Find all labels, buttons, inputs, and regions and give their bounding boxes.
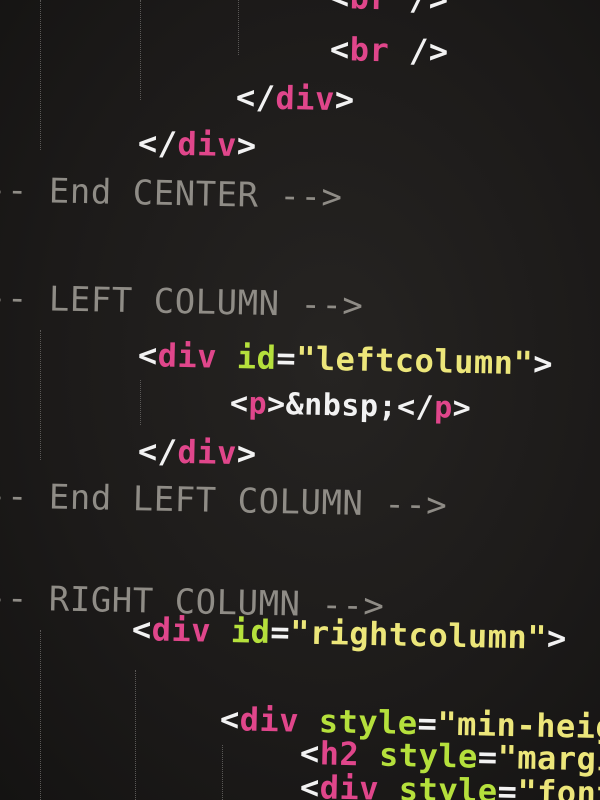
code-token: style: [398, 770, 499, 800]
code-token: </: [137, 432, 178, 471]
code-token: "rightcolumn": [289, 613, 548, 657]
code-token: -- LEFT COLUMN -->: [0, 278, 364, 326]
code-token: "font-: [516, 772, 600, 800]
code-token: >: [532, 344, 554, 383]
code-line-nbsp-paragraph[interactable]: <p>&nbsp;</p>: [230, 386, 472, 426]
code-line-div-close[interactable]: </div>: [138, 124, 257, 164]
code-token: >: [546, 618, 568, 658]
indent-guide: [40, 330, 41, 460]
code-token: br: [349, 0, 389, 17]
code-line-br[interactable]: <br />: [330, 30, 449, 70]
code-token: p: [433, 390, 454, 426]
indent-guide: [222, 745, 223, 800]
code-token: <: [299, 734, 321, 773]
code-token: </: [235, 78, 276, 117]
code-token: =: [477, 737, 499, 777]
code-token: id: [230, 612, 271, 651]
code-token: br: [349, 30, 390, 70]
code-token: div: [177, 432, 238, 473]
code-token: <: [229, 386, 249, 422]
code-token: <: [330, 0, 351, 16]
indent-guide: [140, 380, 141, 425]
code-token: >: [452, 390, 472, 427]
code-token: />: [389, 0, 449, 18]
code-token: >: [236, 434, 257, 473]
code-token: div: [151, 610, 212, 650]
code-line-div-style-font[interactable]: <div style="font-: [300, 768, 600, 800]
code-token: p: [248, 386, 268, 422]
indent-guide: [140, 0, 141, 100]
code-token: >: [236, 126, 257, 165]
code-token: >&nbsp;</: [266, 386, 435, 426]
code-token: =: [269, 612, 291, 652]
code-token: -- End LEFT COLUMN -->: [0, 476, 448, 526]
code-token: <: [219, 700, 241, 739]
code-token: >: [334, 80, 355, 119]
code-token: =: [275, 338, 297, 378]
code-token: h2: [319, 734, 360, 774]
code-token: div: [177, 124, 238, 165]
code-token: <: [329, 30, 351, 69]
code-token: div: [239, 700, 300, 740]
code-line-div-close[interactable]: </div>: [138, 432, 257, 472]
code-token: <: [299, 768, 321, 800]
code-token: />: [388, 31, 449, 71]
code-token: "leftcolumn": [295, 339, 534, 383]
code-line-comment-end-left-column[interactable]: -- End LEFT COLUMN -->: [0, 476, 448, 526]
code-line-div-close[interactable]: </div>: [236, 78, 355, 118]
indent-guide: [40, 630, 41, 800]
code-token: =: [497, 772, 518, 800]
code-line-comment-end-center[interactable]: -- End CENTER -->: [0, 170, 343, 217]
indent-guide: [135, 670, 136, 800]
code-token: </: [137, 124, 178, 163]
indent-guide: [238, 0, 239, 55]
code-token: div: [157, 336, 218, 376]
code-editor[interactable]: <br /> <br /> </div> </div> -- End CENTE…: [0, 0, 600, 800]
code-token: id: [236, 338, 277, 377]
code-line-leftcolumn-div[interactable]: <div id="leftcolumn">: [138, 336, 554, 383]
code-token: -- End CENTER -->: [0, 170, 343, 218]
indent-guide: [40, 0, 41, 150]
code-line-comment-left-column[interactable]: -- LEFT COLUMN -->: [0, 278, 364, 326]
code-token: div: [275, 78, 336, 119]
code-line-rightcolumn-div[interactable]: <div id="rightcolumn">: [132, 610, 568, 657]
code-token: <: [131, 610, 153, 649]
code-token: <: [137, 336, 159, 375]
code-line-br-partial[interactable]: <br />: [330, 0, 449, 18]
code-token: div: [319, 768, 380, 800]
